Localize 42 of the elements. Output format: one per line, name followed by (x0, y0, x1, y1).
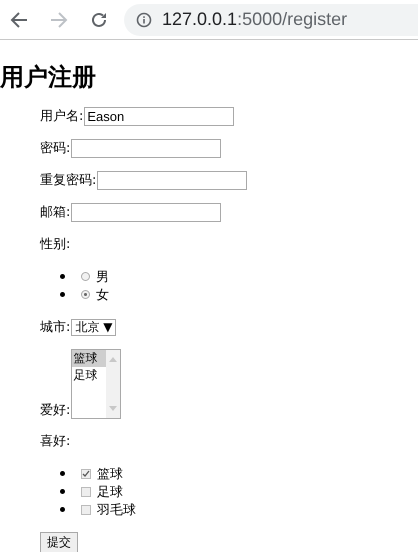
bullet-icon (60, 292, 65, 297)
checkbox[interactable] (81, 468, 91, 478)
option-label: 女 (96, 286, 109, 304)
input-field[interactable] (71, 138, 222, 158)
option-label: 篮球 (97, 466, 123, 482)
field-label: 用户名: (40, 108, 84, 125)
scroll-down-icon[interactable] (108, 406, 118, 412)
city-dropdown[interactable]: 北京 ▼ (71, 318, 116, 336)
field-label: 城市: (40, 319, 70, 336)
back-icon[interactable] (10, 12, 28, 28)
info-icon[interactable] (136, 12, 152, 28)
field-label: 喜好: (40, 433, 70, 450)
field-label: 邮箱: (40, 204, 70, 221)
field-label: 密码: (40, 140, 70, 157)
field-label: 爱好: (40, 402, 70, 419)
input-field[interactable] (71, 202, 222, 222)
input-field[interactable] (97, 170, 248, 190)
forward-icon[interactable] (50, 12, 68, 28)
input-field[interactable]: Eason (84, 106, 234, 126)
checkbox[interactable] (81, 504, 91, 514)
option-label: 男 (96, 268, 109, 286)
listbox-option[interactable]: 篮球 (72, 350, 106, 367)
url-text: 127.0.0.1:5000/register (162, 9, 348, 30)
address-bar[interactable]: 127.0.0.1:5000/register (124, 4, 418, 36)
option-label: 羽毛球 (97, 502, 136, 518)
scroll-up-icon[interactable] (108, 356, 118, 362)
bullet-icon (60, 471, 65, 476)
field-label: 重复密码: (40, 172, 96, 189)
hobby-listbox[interactable]: 篮球 足球 (71, 349, 122, 419)
option-label: 足球 (97, 484, 123, 500)
bullet-icon (60, 489, 65, 494)
radio-button[interactable] (81, 290, 90, 299)
scrollbar[interactable] (106, 350, 120, 418)
reload-icon[interactable] (90, 10, 108, 28)
radio-button[interactable] (81, 272, 90, 281)
listbox-option[interactable]: 足球 (72, 367, 106, 384)
field-label: 性别: (40, 236, 70, 253)
checkbox[interactable] (81, 486, 91, 496)
page-title: 用户注册 (0, 62, 97, 92)
submit-button[interactable]: 提交 (40, 532, 78, 552)
bullet-icon (60, 274, 65, 279)
bullet-icon (60, 507, 65, 512)
